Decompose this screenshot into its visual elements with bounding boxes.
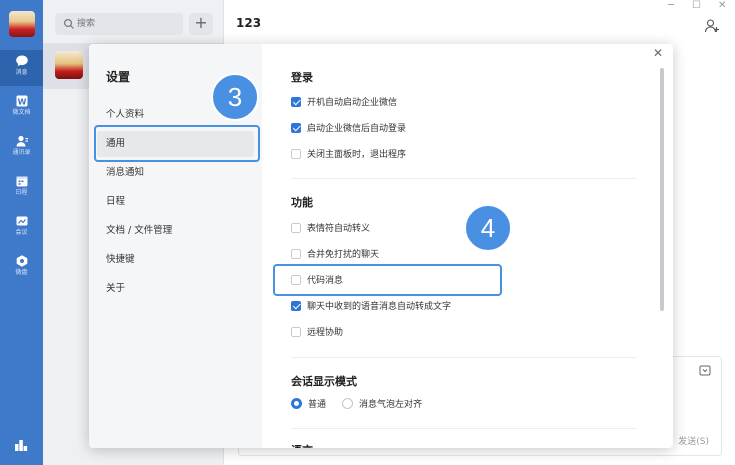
- divider: [291, 357, 637, 358]
- option-exit-on-close[interactable]: 关闭主面板时，退出程序: [291, 148, 406, 162]
- nav-label: 微盘: [15, 269, 28, 276]
- option-auto-start[interactable]: 开机自动启动企业微信: [291, 96, 397, 110]
- settings-content: 登录 开机自动启动企业微信 启动企业微信后自动登录 关闭主面板时，退出程序 功能…: [262, 44, 673, 448]
- checkbox[interactable]: [291, 122, 301, 133]
- section-title-features: 功能: [291, 196, 313, 209]
- step-badge-3: 3: [211, 73, 259, 121]
- highlight-general-menu: [94, 125, 260, 162]
- nav-rail: 消息 W 微文档 通讯录 日程 会议 微盘: [0, 0, 43, 465]
- nav-label: 消息: [15, 69, 28, 76]
- option-remote-assist[interactable]: 远程协助: [291, 326, 343, 340]
- screenshot-icon[interactable]: [699, 365, 711, 377]
- svg-text:W: W: [17, 98, 26, 107]
- checkbox[interactable]: [291, 326, 301, 337]
- contacts-icon: [16, 135, 28, 147]
- close-window-icon[interactable]: ✕: [718, 0, 726, 11]
- section-title-display-mode: 会话显示模式: [291, 375, 357, 388]
- settings-dialog: 设置 个人资料 通用 消息通知 日程 文档 / 文件管理 快捷键 关于 登录 开…: [89, 44, 673, 448]
- highlight-code-message-option: [273, 264, 502, 296]
- radio-label: 普通: [308, 400, 327, 410]
- section-title-login: 登录: [291, 71, 313, 84]
- nav-item-contacts[interactable]: 通讯录: [0, 130, 43, 166]
- radio-bubble-left[interactable]: 消息气泡左对齐: [342, 398, 423, 410]
- option-merge-muted[interactable]: 合并免打扰的聊天: [291, 248, 379, 262]
- nav-item-meeting[interactable]: 会议: [0, 210, 43, 246]
- close-icon[interactable]: ✕: [653, 46, 663, 60]
- nav-item-docs[interactable]: W 微文档: [0, 90, 43, 126]
- search-icon: [63, 18, 74, 29]
- option-emoji-escape[interactable]: 表情符自动转义: [291, 222, 370, 236]
- display-mode-radios: 普通 消息气泡左对齐: [291, 398, 422, 412]
- option-label: 启动企业微信后自动登录: [307, 124, 407, 134]
- divider: [291, 428, 637, 429]
- drive-icon: [16, 255, 27, 267]
- option-label: 关闭主面板时，退出程序: [307, 150, 407, 160]
- search-box[interactable]: [55, 13, 183, 35]
- checkbox[interactable]: [291, 300, 301, 311]
- settings-title: 设置: [106, 70, 131, 84]
- nav-label: 日程: [15, 189, 28, 196]
- search-input[interactable]: [77, 16, 177, 32]
- settings-menu-about[interactable]: 关于: [97, 276, 254, 302]
- add-button[interactable]: +: [189, 13, 213, 35]
- maximize-icon[interactable]: ☐: [692, 0, 701, 11]
- option-label: 表情符自动转义: [307, 224, 371, 234]
- settings-menu-calendar[interactable]: 日程: [97, 189, 254, 215]
- checkbox[interactable]: [291, 222, 301, 233]
- calendar-icon: [16, 176, 27, 187]
- minimize-icon[interactable]: ─: [668, 0, 674, 11]
- checkbox[interactable]: [291, 248, 301, 259]
- option-label: 合并免打扰的聊天: [307, 250, 380, 260]
- section-title-language: 语言: [291, 442, 313, 448]
- conversation-avatar: [55, 51, 83, 79]
- radio-label: 消息气泡左对齐: [359, 400, 423, 410]
- doc-icon: W: [16, 95, 27, 107]
- chat-bubble-icon: [15, 55, 28, 67]
- nav-label: 微文档: [12, 109, 31, 116]
- meeting-icon: [16, 216, 27, 226]
- checkbox[interactable]: [291, 148, 301, 159]
- my-avatar[interactable]: [9, 11, 35, 37]
- divider: [291, 178, 637, 179]
- nav-label: 通讯录: [12, 149, 31, 156]
- option-label: 开机自动启动企业微信: [307, 98, 398, 108]
- option-label: 远程协助: [307, 328, 344, 338]
- nav-item-messages[interactable]: 消息: [0, 50, 43, 86]
- settings-menu-shortcuts[interactable]: 快捷键: [97, 247, 254, 273]
- plus-icon: +: [194, 13, 208, 32]
- radio-button[interactable]: [342, 398, 354, 409]
- option-auto-login[interactable]: 启动企业微信后自动登录: [291, 122, 406, 136]
- settings-menu-files[interactable]: 文档 / 文件管理: [97, 218, 254, 244]
- option-voice-to-text[interactable]: 聊天中收到的语音消息自动转成文字: [291, 300, 451, 314]
- option-label: 聊天中收到的语音消息自动转成文字: [307, 302, 452, 312]
- send-button[interactable]: 发送(S): [678, 434, 709, 447]
- add-member-icon[interactable]: [704, 18, 720, 34]
- settings-menu-notifications[interactable]: 消息通知: [97, 160, 254, 186]
- step-badge-4: 4: [464, 204, 512, 252]
- nav-item-drive[interactable]: 微盘: [0, 250, 43, 286]
- settings-scrollbar[interactable]: [660, 68, 664, 311]
- checkbox[interactable]: [291, 96, 301, 107]
- radio-button[interactable]: [291, 398, 302, 409]
- nav-item-calendar[interactable]: 日程: [0, 170, 43, 206]
- radio-normal[interactable]: 普通: [291, 398, 327, 410]
- chat-title: 123: [236, 16, 262, 30]
- nav-label: 会议: [15, 229, 28, 236]
- apps-icon[interactable]: [14, 438, 28, 452]
